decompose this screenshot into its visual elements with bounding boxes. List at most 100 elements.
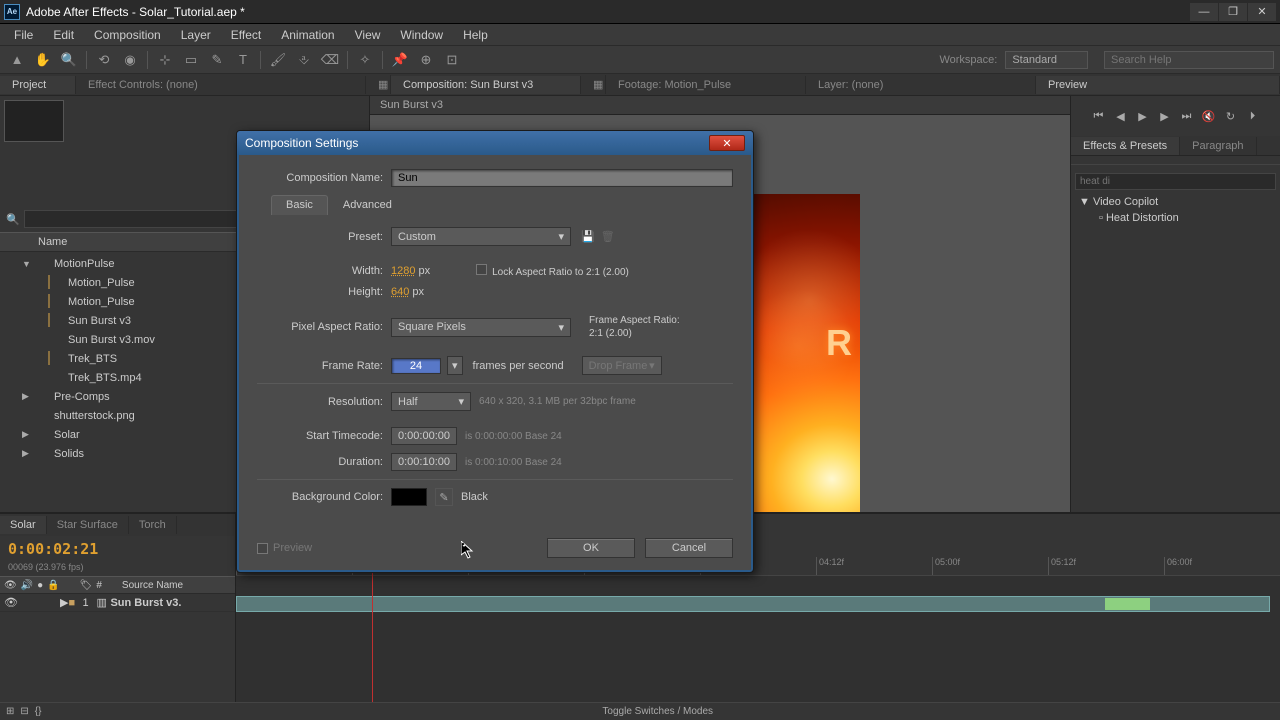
loop-icon[interactable]: ↻: [1222, 108, 1240, 124]
lock-aspect-checkbox[interactable]: [476, 264, 487, 275]
camera-tool-icon[interactable]: ◉: [119, 49, 141, 71]
selection-tool-icon[interactable]: ▲: [6, 49, 28, 71]
resolution-select[interactable]: Half▾: [391, 392, 471, 411]
footage-mini-icon[interactable]: ▦: [581, 75, 606, 94]
graph-icon[interactable]: ⊟: [20, 706, 28, 717]
first-frame-icon[interactable]: ⏮: [1090, 108, 1108, 124]
menu-view[interactable]: View: [345, 26, 391, 44]
tab-footage[interactable]: Footage: Motion_Pulse: [606, 76, 806, 94]
timeline-tab[interactable]: Torch: [129, 516, 177, 534]
next-frame-icon[interactable]: ▶: [1156, 108, 1174, 124]
text-tool-icon[interactable]: T: [232, 49, 254, 71]
toggle-switches-button[interactable]: Toggle Switches / Modes: [602, 706, 713, 717]
duration-note: is 0:00:10:00 Base 24: [465, 457, 562, 468]
pen-tool-icon[interactable]: ✎: [206, 49, 228, 71]
start-timecode-note: is 0:00:00:00 Base 24: [465, 431, 562, 442]
search-help-input[interactable]: [1104, 51, 1274, 69]
tab-effect-controls[interactable]: Effect Controls: (none): [76, 76, 366, 94]
playhead[interactable]: [372, 552, 373, 702]
tab-layer[interactable]: Layer: (none): [806, 76, 1036, 94]
timeline-tab[interactable]: Star Surface: [47, 516, 129, 534]
snap-tool-icon[interactable]: ⊡: [441, 49, 463, 71]
tab-basic[interactable]: Basic: [271, 195, 328, 215]
brace-icon[interactable]: {}: [35, 706, 42, 717]
clone-tool-icon[interactable]: ⎀: [293, 49, 315, 71]
dropframe-select[interactable]: Drop Frame▾: [582, 356, 662, 375]
save-preset-icon[interactable]: 💾: [581, 230, 595, 243]
eyedropper-icon[interactable]: ✎: [435, 488, 453, 506]
bgcolor-label: Background Color:: [257, 491, 391, 503]
menu-window[interactable]: Window: [390, 26, 453, 44]
tab-paragraph[interactable]: Paragraph: [1180, 137, 1256, 155]
hand-tool-icon[interactable]: ✋: [32, 49, 54, 71]
bgcolor-swatch[interactable]: [391, 488, 427, 506]
expand-icon[interactable]: ⊞: [6, 706, 14, 717]
tab-project[interactable]: Project: [0, 76, 76, 94]
comp-name-input[interactable]: [391, 169, 733, 187]
start-timecode-input[interactable]: [391, 427, 457, 445]
zoom-tool-icon[interactable]: 🔍: [58, 49, 80, 71]
preset-label: Preset:: [257, 231, 391, 243]
cancel-button[interactable]: Cancel: [645, 538, 733, 558]
audio-icon[interactable]: 🔇: [1200, 108, 1218, 124]
puppet-tool-icon[interactable]: 📌: [389, 49, 411, 71]
menu-help[interactable]: Help: [453, 26, 498, 44]
tab-composition[interactable]: Composition: Sun Burst v3: [391, 76, 581, 94]
axis-tool-icon[interactable]: ⊕: [415, 49, 437, 71]
workspace-select[interactable]: Standard: [1005, 51, 1088, 69]
comp-mini-icon[interactable]: ▦: [366, 75, 391, 94]
audio-icon: 🔊: [21, 580, 33, 591]
preset-select[interactable]: Custom▾: [391, 227, 571, 246]
effects-item[interactable]: ▫ Heat Distortion: [1075, 210, 1276, 226]
column-name[interactable]: Name: [38, 236, 67, 248]
ram-icon[interactable]: ⏵: [1244, 108, 1262, 124]
anchor-tool-icon[interactable]: ⊹: [154, 49, 176, 71]
effects-search-input[interactable]: [1075, 173, 1276, 190]
timeline-layer[interactable]: 👁 ▶ ■ 1 ▥ Sun Burst v3.: [0, 594, 235, 612]
height-value[interactable]: 640: [391, 286, 409, 298]
menubar: File Edit Composition Layer Effect Anima…: [0, 24, 1280, 46]
rotate-tool-icon[interactable]: ⟲: [93, 49, 115, 71]
panel-tabs: Project Effect Controls: (none) ▦ Compos…: [0, 74, 1280, 96]
delete-preset-icon[interactable]: 🗑: [601, 230, 615, 243]
dialog-close-button[interactable]: ✕: [709, 135, 745, 151]
comp-subtab[interactable]: Sun Burst v3: [370, 96, 1070, 115]
menu-file[interactable]: File: [4, 26, 43, 44]
framerate-input[interactable]: [391, 358, 441, 374]
minimize-button[interactable]: —: [1190, 3, 1218, 21]
timeline-tracks[interactable]: [236, 576, 1280, 616]
toolbar: ▲ ✋ 🔍 ⟲ ◉ ⊹ ▭ ✎ T 🖌 ⎀ ⌫ ✧ 📌 ⊕ ⊡ Workspac…: [0, 46, 1280, 74]
play-icon[interactable]: ▶: [1134, 108, 1152, 124]
label-icon: 🏷: [80, 580, 93, 591]
preview-controls: ⏮ ◀ ▶ ▶ ⏭ 🔇 ↻ ⏵: [1077, 102, 1274, 130]
eye-toggle[interactable]: 👁: [4, 596, 18, 609]
menu-layer[interactable]: Layer: [171, 26, 221, 44]
tab-preview[interactable]: Preview: [1036, 76, 1280, 94]
menu-composition[interactable]: Composition: [84, 26, 171, 44]
rect-tool-icon[interactable]: ▭: [180, 49, 202, 71]
last-frame-icon[interactable]: ⏭: [1178, 108, 1196, 124]
close-button[interactable]: ✕: [1248, 3, 1276, 21]
eraser-tool-icon[interactable]: ⌫: [319, 49, 341, 71]
resolution-label: Resolution:: [257, 396, 391, 408]
prev-frame-icon[interactable]: ◀: [1112, 108, 1130, 124]
menu-animation[interactable]: Animation: [271, 26, 344, 44]
dialog-titlebar[interactable]: Composition Settings ✕: [237, 131, 753, 155]
tab-effects-presets[interactable]: Effects & Presets: [1071, 137, 1180, 155]
menu-edit[interactable]: Edit: [43, 26, 84, 44]
tab-advanced[interactable]: Advanced: [328, 195, 407, 215]
roto-tool-icon[interactable]: ✧: [354, 49, 376, 71]
width-value[interactable]: 1280: [391, 265, 415, 277]
current-time[interactable]: 0:00:02:21: [0, 536, 235, 562]
maximize-button[interactable]: ❐: [1219, 3, 1247, 21]
brush-tool-icon[interactable]: 🖌: [267, 49, 289, 71]
framerate-dropdown-icon[interactable]: ▾: [447, 356, 463, 375]
layer-marker[interactable]: [1105, 598, 1150, 610]
duration-input[interactable]: [391, 453, 457, 471]
timeline-tab[interactable]: Solar: [0, 516, 47, 534]
preview-checkbox[interactable]: Preview: [257, 542, 312, 554]
ok-button[interactable]: OK: [547, 538, 635, 558]
effects-folder[interactable]: ▼ Video Copilot: [1075, 194, 1276, 210]
menu-effect[interactable]: Effect: [221, 26, 271, 44]
par-select[interactable]: Square Pixels▾: [391, 318, 571, 337]
